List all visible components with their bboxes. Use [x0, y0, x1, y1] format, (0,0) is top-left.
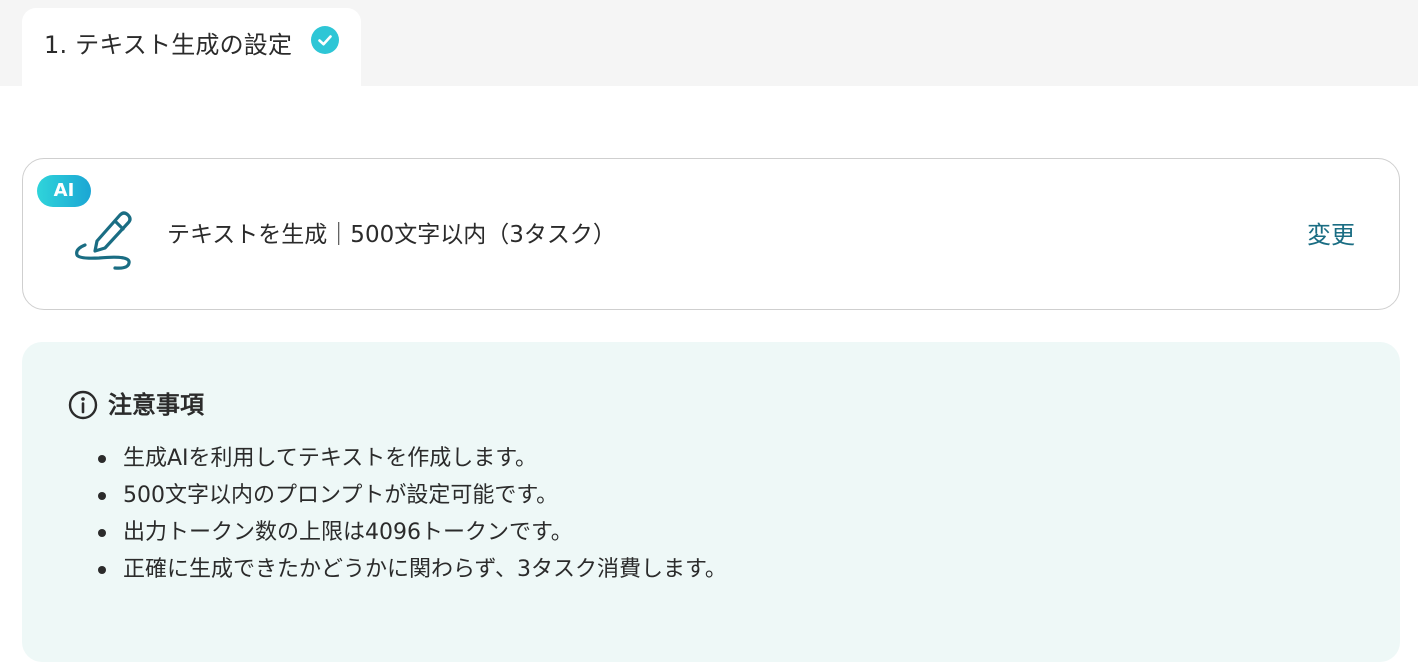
- tab-text-generation-settings[interactable]: 1. テキスト生成の設定: [22, 8, 361, 86]
- bullet: [98, 566, 106, 574]
- list-item: 生成AIを利用してテキストを作成します。: [98, 440, 727, 477]
- info-icon: [68, 390, 98, 420]
- bullet: [98, 529, 106, 537]
- list-item: 500文字以内のプロンプトが設定可能です。: [98, 477, 727, 514]
- operation-card: AI テキストを生成｜500文字以内（3タスク） 変更: [22, 158, 1400, 310]
- pen-signature-icon: [71, 203, 135, 273]
- operation-title: テキストを生成｜500文字以内（3タスク）: [167, 222, 616, 248]
- change-button[interactable]: 変更: [1307, 219, 1355, 251]
- list-item: 出力トークン数の上限は4096トークンです。: [98, 514, 727, 551]
- tab-label: 1. テキスト生成の設定: [44, 31, 293, 59]
- list-item-text: 生成AIを利用してテキストを作成します。: [123, 446, 538, 471]
- notice-title: 注意事項: [108, 391, 204, 419]
- tab-strip: 1. テキスト生成の設定: [0, 0, 1418, 86]
- notice-list: 生成AIを利用してテキストを作成します。 500文字以内のプロンプトが設定可能で…: [98, 440, 727, 588]
- bullet: [98, 492, 106, 500]
- list-item-text: 出力トークン数の上限は4096トークンです。: [123, 520, 573, 545]
- list-item-text: 500文字以内のプロンプトが設定可能です。: [123, 483, 559, 508]
- bullet: [98, 455, 106, 463]
- list-item-text: 正確に生成できたかどうかに関わらず、3タスク消費します。: [123, 557, 727, 582]
- notice-panel: 注意事項 生成AIを利用してテキストを作成します。 500文字以内のプロンプトが…: [22, 342, 1400, 662]
- list-item: 正確に生成できたかどうかに関わらず、3タスク消費します。: [98, 551, 727, 588]
- check-circle-icon: [311, 26, 339, 54]
